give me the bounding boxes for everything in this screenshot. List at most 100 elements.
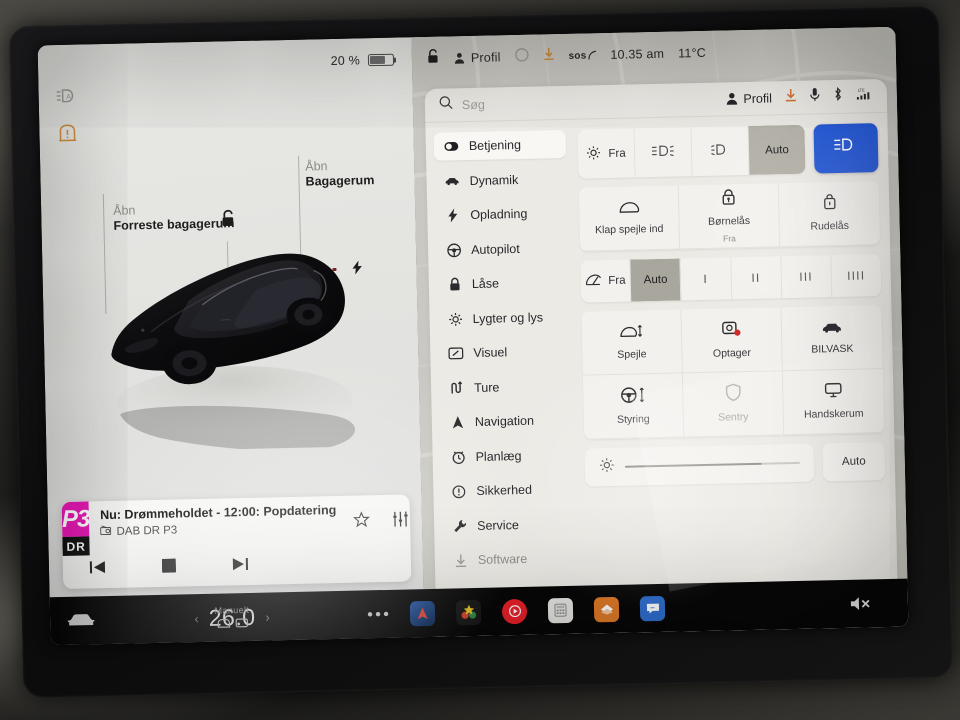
- feature-grid: Spejle Optager BILVASK Styring Sentry Ha…: [581, 305, 885, 440]
- toybox-app[interactable]: [455, 599, 482, 625]
- climate-control[interactable]: Manuelt ‹ 26.0 ›: [112, 601, 353, 633]
- wiper-auto-label: Auto: [643, 273, 668, 287]
- vehicle-indicator-group: A: [56, 89, 80, 147]
- sidebar-item-planlaeg[interactable]: Planlæg: [440, 440, 573, 471]
- glovebox-button[interactable]: Handskerum: [782, 369, 885, 436]
- sidebar-label: Navigation: [474, 413, 535, 429]
- sidebar-item-software[interactable]: Software: [443, 544, 576, 575]
- search-input[interactable]: Søg: [462, 92, 717, 111]
- window-lock-icon: [822, 194, 837, 216]
- radio-icon: [100, 525, 112, 538]
- wiper-off-label: Fra: [608, 274, 626, 288]
- media-player-card[interactable]: P3 DR Nu: Drømmeholdet - 12:00: Popdater…: [61, 494, 412, 589]
- fold-mirrors-button[interactable]: Klap spejle ind: [578, 185, 681, 252]
- low-beam-option[interactable]: [691, 125, 750, 177]
- mute-speaker-icon[interactable]: [816, 595, 908, 613]
- sidebar-item-laase[interactable]: Låse: [437, 268, 570, 299]
- sliders-icon[interactable]: [391, 511, 408, 531]
- calculator-app[interactable]: [547, 597, 574, 623]
- next-track-button[interactable]: [232, 557, 249, 576]
- star-outline-icon[interactable]: [352, 511, 370, 533]
- sentry-mode-icon: [725, 384, 741, 407]
- headlight-auto-option[interactable]: Auto: [748, 124, 806, 175]
- car-side-icon: [445, 176, 460, 186]
- wiper-off-option[interactable]: Fra: [580, 259, 632, 303]
- car-front-icon[interactable]: [50, 612, 112, 629]
- bluetooth-icon[interactable]: [833, 86, 843, 106]
- sidebar-item-sikkerhed[interactable]: Sikkerhed: [441, 475, 574, 506]
- sidebar-item-service[interactable]: Service: [442, 509, 575, 540]
- download-icon[interactable]: [785, 88, 797, 106]
- sidebar-item-dynamik[interactable]: Dynamik: [434, 164, 567, 195]
- search-icon[interactable]: [439, 95, 453, 114]
- car-wash-button[interactable]: BILVASK: [781, 305, 883, 372]
- vehicle-3d-render[interactable]: [41, 212, 420, 470]
- lte-signal-icon: LTE: [856, 86, 873, 105]
- fog-light-option[interactable]: [634, 127, 693, 178]
- fog-light-icon: [651, 143, 675, 162]
- wiper-speed-1-option[interactable]: I: [680, 257, 732, 301]
- sidebar-item-ture[interactable]: Ture: [439, 371, 572, 402]
- profile-button[interactable]: Profil: [725, 91, 772, 106]
- sidebar-item-betjening[interactable]: Betjening: [433, 129, 567, 161]
- window-lock-button[interactable]: Rudelås: [778, 181, 881, 248]
- sidebar-item-visuel[interactable]: Visuel: [438, 337, 571, 368]
- display-icon: [448, 347, 464, 360]
- dashcam-record-icon: [721, 320, 741, 342]
- temp-increase-button[interactable]: ›: [265, 609, 270, 624]
- three-dots-icon[interactable]: [352, 611, 404, 618]
- wiper-speed-4-option[interactable]: IIII: [831, 254, 881, 297]
- trunk-callout-label: Bagagerum: [305, 173, 375, 189]
- sidebar-label: Autopilot: [470, 241, 520, 257]
- stop-button[interactable]: [161, 558, 177, 578]
- now-playing-title: Nu: Drømmeholdet - 12:00: Popdatering: [100, 503, 337, 523]
- sidebar-item-navigation[interactable]: Navigation: [440, 406, 573, 437]
- mirrors-label: Spejle: [617, 348, 647, 361]
- wiper-speed-4-label: IIII: [846, 268, 866, 283]
- sidebar-label: Service: [476, 517, 519, 533]
- high-beam-button[interactable]: [813, 123, 879, 174]
- trunk-callout-hint: Åbn: [305, 159, 328, 174]
- previous-track-button[interactable]: [89, 560, 106, 579]
- messages-app[interactable]: •••: [639, 595, 666, 621]
- glovebox-label: Handskerum: [803, 407, 864, 422]
- sidebar-label: Opladning: [470, 206, 528, 223]
- rear-defrost-icon: [235, 617, 249, 627]
- sidebar-label: Software: [477, 551, 528, 567]
- sidebar-item-autopilot[interactable]: Autopilot: [436, 233, 569, 264]
- wrench-icon: [452, 519, 467, 533]
- navigation-app[interactable]: [409, 600, 436, 626]
- right-controls-panel: Søg Profil LTE Betjening Dynamik Opladni…: [411, 26, 909, 638]
- sidebar-label: Betjening: [468, 137, 522, 154]
- dashcam-record-button[interactable]: Optager: [681, 307, 783, 374]
- youtube-music-app[interactable]: [501, 598, 528, 624]
- child-lock-label: Børnelås: [707, 215, 751, 229]
- parking-light-icon: [586, 145, 601, 163]
- mirror-fold-icon: [618, 200, 640, 218]
- wiper-speed-3-option[interactable]: III: [781, 255, 833, 299]
- wiper-auto-option[interactable]: Auto: [630, 258, 682, 302]
- station-logo-dr: DR: [62, 536, 91, 557]
- brightness-slider[interactable]: [584, 443, 815, 487]
- microphone-icon[interactable]: [810, 87, 820, 106]
- headlight-segment: Fra Auto: [577, 124, 806, 179]
- temp-decrease-button[interactable]: ‹: [194, 611, 199, 626]
- window-lock-label: Rudelås: [810, 220, 850, 234]
- sidebar-item-opladning[interactable]: Opladning: [435, 199, 568, 230]
- brightness-auto-button[interactable]: Auto: [822, 442, 886, 482]
- sidebar-label: Ture: [473, 379, 500, 395]
- brightness-track[interactable]: [624, 462, 800, 468]
- trunk-callout[interactable]: Åbn Bagagerum: [305, 158, 374, 190]
- steering-adjust-button[interactable]: Styring: [582, 373, 685, 440]
- sidebar-item-lygter-og-lys[interactable]: Lygter og lys: [437, 302, 570, 333]
- orange-media-app[interactable]: [593, 596, 620, 622]
- wiper-speed-2-option[interactable]: II: [730, 256, 782, 300]
- mirrors-adjust-button[interactable]: Spejle: [581, 309, 683, 376]
- child-lock-button[interactable]: Børnelås Fra: [678, 183, 781, 250]
- exclamation-circle-icon: [451, 484, 466, 498]
- glovebox-icon: [824, 382, 842, 403]
- sentry-mode-button[interactable]: Sentry: [682, 371, 785, 438]
- headlight-off-option[interactable]: Fra: [577, 128, 636, 179]
- climate-mode-label: Manuelt: [214, 604, 250, 616]
- wiper-icon: [585, 273, 602, 289]
